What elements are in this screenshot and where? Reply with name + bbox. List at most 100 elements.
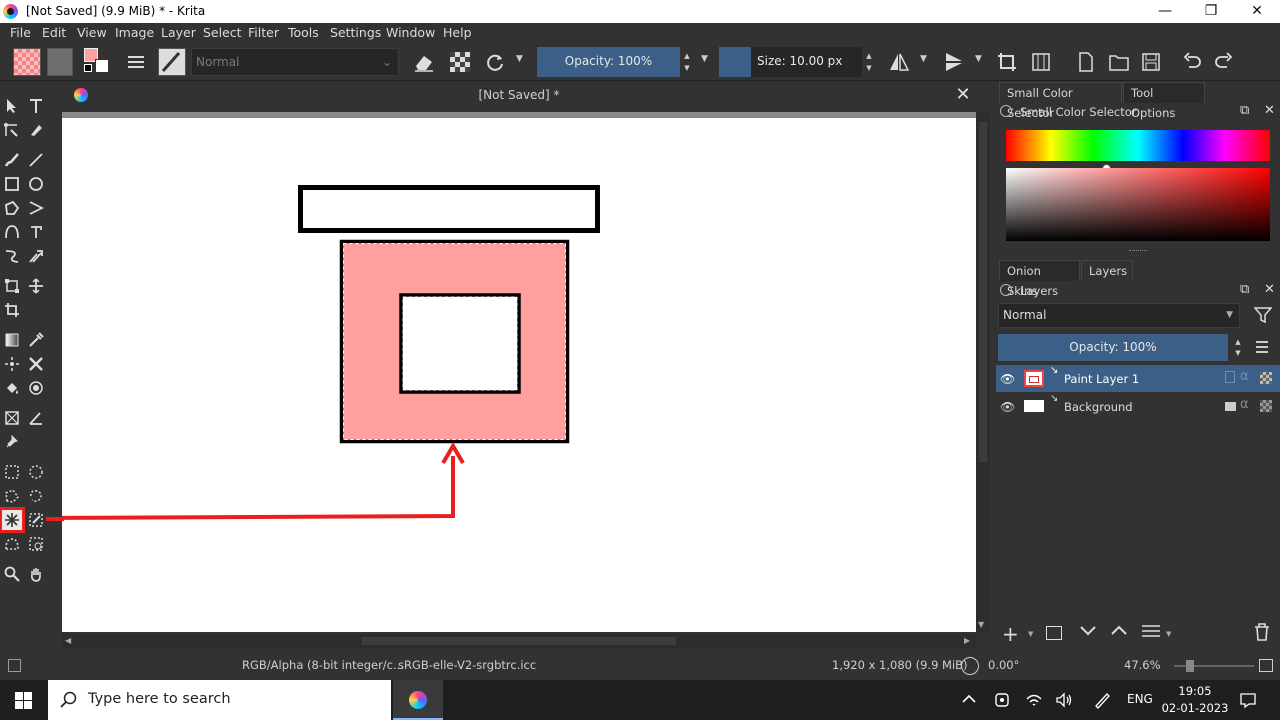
redo-icon[interactable] <box>1213 51 1235 76</box>
zoom-slider-handle[interactable] <box>1186 660 1194 672</box>
spin-down-icon[interactable]: ▼ <box>1233 348 1243 358</box>
move-layer-up-icon[interactable] <box>1109 622 1129 643</box>
transform-tool-icon[interactable] <box>2 276 22 296</box>
menu-edit[interactable]: Edit <box>42 25 66 40</box>
preserve-alpha-icon[interactable] <box>450 52 470 72</box>
zoom-tool-icon[interactable] <box>2 564 22 584</box>
tab-layers[interactable]: Layers <box>1081 260 1133 281</box>
chevron-down-icon[interactable]: ▼ <box>701 54 708 64</box>
select-shapes-icon[interactable] <box>2 96 22 116</box>
menu-filter[interactable]: Filter <box>248 25 279 40</box>
freehand-brush-icon[interactable] <box>2 150 22 170</box>
wrap-around-icon[interactable] <box>1030 51 1052 76</box>
colorize-mask-icon[interactable] <box>26 354 46 374</box>
freehand-path-icon[interactable] <box>26 222 46 242</box>
clock-date[interactable]: 02-01-2023 <box>1160 701 1230 715</box>
eraser-icon[interactable] <box>413 52 435 75</box>
opacity-slider[interactable]: Opacity: 100% <box>537 47 680 77</box>
taskbar-krita-button[interactable] <box>393 680 443 720</box>
layer-row-background[interactable]: 👁 ↘ Background α <box>996 393 1280 420</box>
polygonal-selection-icon[interactable] <box>2 486 22 506</box>
scroll-left-icon[interactable]: ◀ <box>65 636 71 645</box>
rectangular-selection-icon[interactable] <box>2 462 22 482</box>
menu-tools[interactable]: Tools <box>288 25 319 40</box>
chevron-down-icon[interactable]: ▼ <box>1028 630 1033 638</box>
docker-close-icon[interactable]: ✕ <box>1264 282 1275 297</box>
elliptical-selection-icon[interactable] <box>26 462 46 482</box>
meet-now-icon[interactable] <box>993 691 1011 712</box>
move-layer-down-icon[interactable] <box>1078 622 1098 643</box>
text-tool-icon[interactable] <box>26 96 46 116</box>
color-space-label[interactable]: RGB/Alpha (8-bit integer/c... <box>242 658 404 672</box>
windows-start-icon[interactable] <box>15 692 32 712</box>
docker-detach-icon[interactable]: ⧉ <box>1240 282 1249 297</box>
image-dimensions-label[interactable]: 1,920 x 1,080 (9.9 MiB) <box>832 658 968 672</box>
menu-help[interactable]: Help <box>443 25 472 40</box>
lock-icon[interactable] <box>1225 371 1235 383</box>
gradient-preset-icon[interactable] <box>13 48 41 76</box>
taskbar-search-box[interactable]: Type here to search <box>48 680 391 720</box>
duplicate-layer-icon[interactable] <box>1046 626 1062 640</box>
alpha-icon[interactable]: α <box>1240 397 1249 412</box>
edit-shapes-icon[interactable] <box>2 120 22 140</box>
scroll-right-icon[interactable]: ▶ <box>964 636 970 645</box>
measure-tool-icon[interactable] <box>26 408 46 428</box>
freehand-selection-icon[interactable] <box>26 486 46 506</box>
chevron-down-icon[interactable]: ▼ <box>1166 630 1171 638</box>
blend-mode-dropdown[interactable]: Normal ⌄ <box>191 48 399 76</box>
layers-menu-icon[interactable] <box>1254 339 1270 358</box>
wifi-icon[interactable] <box>1025 691 1043 712</box>
notifications-icon[interactable] <box>1239 691 1257 712</box>
spin-down-icon[interactable]: ▼ <box>682 63 692 73</box>
contiguous-selection-icon[interactable] <box>0 507 25 533</box>
menu-view[interactable]: View <box>77 25 107 40</box>
color-picker-icon[interactable] <box>26 330 46 350</box>
chevron-down-icon[interactable]: ▼ <box>516 54 523 64</box>
horizontal-scroll-thumb[interactable] <box>362 637 676 645</box>
chevron-down-icon[interactable]: ▼ <box>920 54 927 64</box>
crop-tool-icon[interactable] <box>2 300 22 320</box>
fill-tool-icon[interactable] <box>2 378 22 398</box>
fg-bg-color-icon[interactable] <box>84 48 110 76</box>
menu-file[interactable]: File <box>10 25 31 40</box>
tab-small-color-selector[interactable]: Small Color Selector <box>999 82 1122 120</box>
lock-icon[interactable] <box>1225 402 1236 411</box>
minimize-button[interactable]: — <box>1142 0 1188 23</box>
smart-patch-icon[interactable] <box>2 354 22 374</box>
vertical-scroll-thumb[interactable] <box>979 122 987 462</box>
tab-tool-options[interactable]: Tool Options <box>1123 82 1205 120</box>
docker-close-icon[interactable]: ✕ <box>1264 103 1275 118</box>
canvas[interactable] <box>62 118 976 632</box>
inherit-alpha-icon[interactable] <box>1260 400 1272 412</box>
docker-float-icon[interactable] <box>1000 284 1012 296</box>
save-icon[interactable] <box>1140 51 1162 76</box>
open-folder-icon[interactable] <box>1108 51 1130 76</box>
inherit-alpha-icon[interactable] <box>1260 372 1272 384</box>
filter-icon[interactable] <box>1253 306 1273 327</box>
rotation-icon[interactable] <box>961 657 979 675</box>
bezier-selection-icon[interactable] <box>2 534 22 554</box>
calligraphy-icon[interactable] <box>26 120 46 140</box>
brush-settings-icon[interactable] <box>126 52 146 75</box>
layer-row-paint-layer-1[interactable]: 👁 ↘ Paint Layer 1 α <box>996 365 1280 392</box>
eye-icon[interactable]: 👁 <box>1000 400 1015 414</box>
brush-preset-icon[interactable] <box>158 48 186 76</box>
polygon-tool-icon[interactable] <box>2 198 22 218</box>
enclose-fill-icon[interactable] <box>26 378 46 398</box>
polyline-tool-icon[interactable] <box>26 198 46 218</box>
move-tool-icon[interactable] <box>26 276 46 296</box>
magnetic-selection-icon[interactable] <box>26 534 46 554</box>
mirror-horizontal-icon[interactable] <box>888 51 910 76</box>
line-tool-icon[interactable] <box>26 150 46 170</box>
size-slider[interactable]: Size: 10.00 px <box>751 47 862 77</box>
volume-icon[interactable] <box>1055 691 1073 712</box>
docker-detach-icon[interactable]: ⧉ <box>1240 103 1249 118</box>
new-document-icon[interactable] <box>1075 51 1097 76</box>
rotation-value[interactable]: 0.00° <box>988 658 1019 672</box>
size-slider-fill[interactable] <box>719 47 751 77</box>
mirror-vertical-icon[interactable] <box>943 51 965 76</box>
pattern-icon[interactable] <box>47 48 73 76</box>
close-window-button[interactable]: ✕ <box>1234 0 1280 23</box>
splitter-handle[interactable] <box>1129 250 1147 252</box>
canvas-area[interactable] <box>62 112 976 632</box>
